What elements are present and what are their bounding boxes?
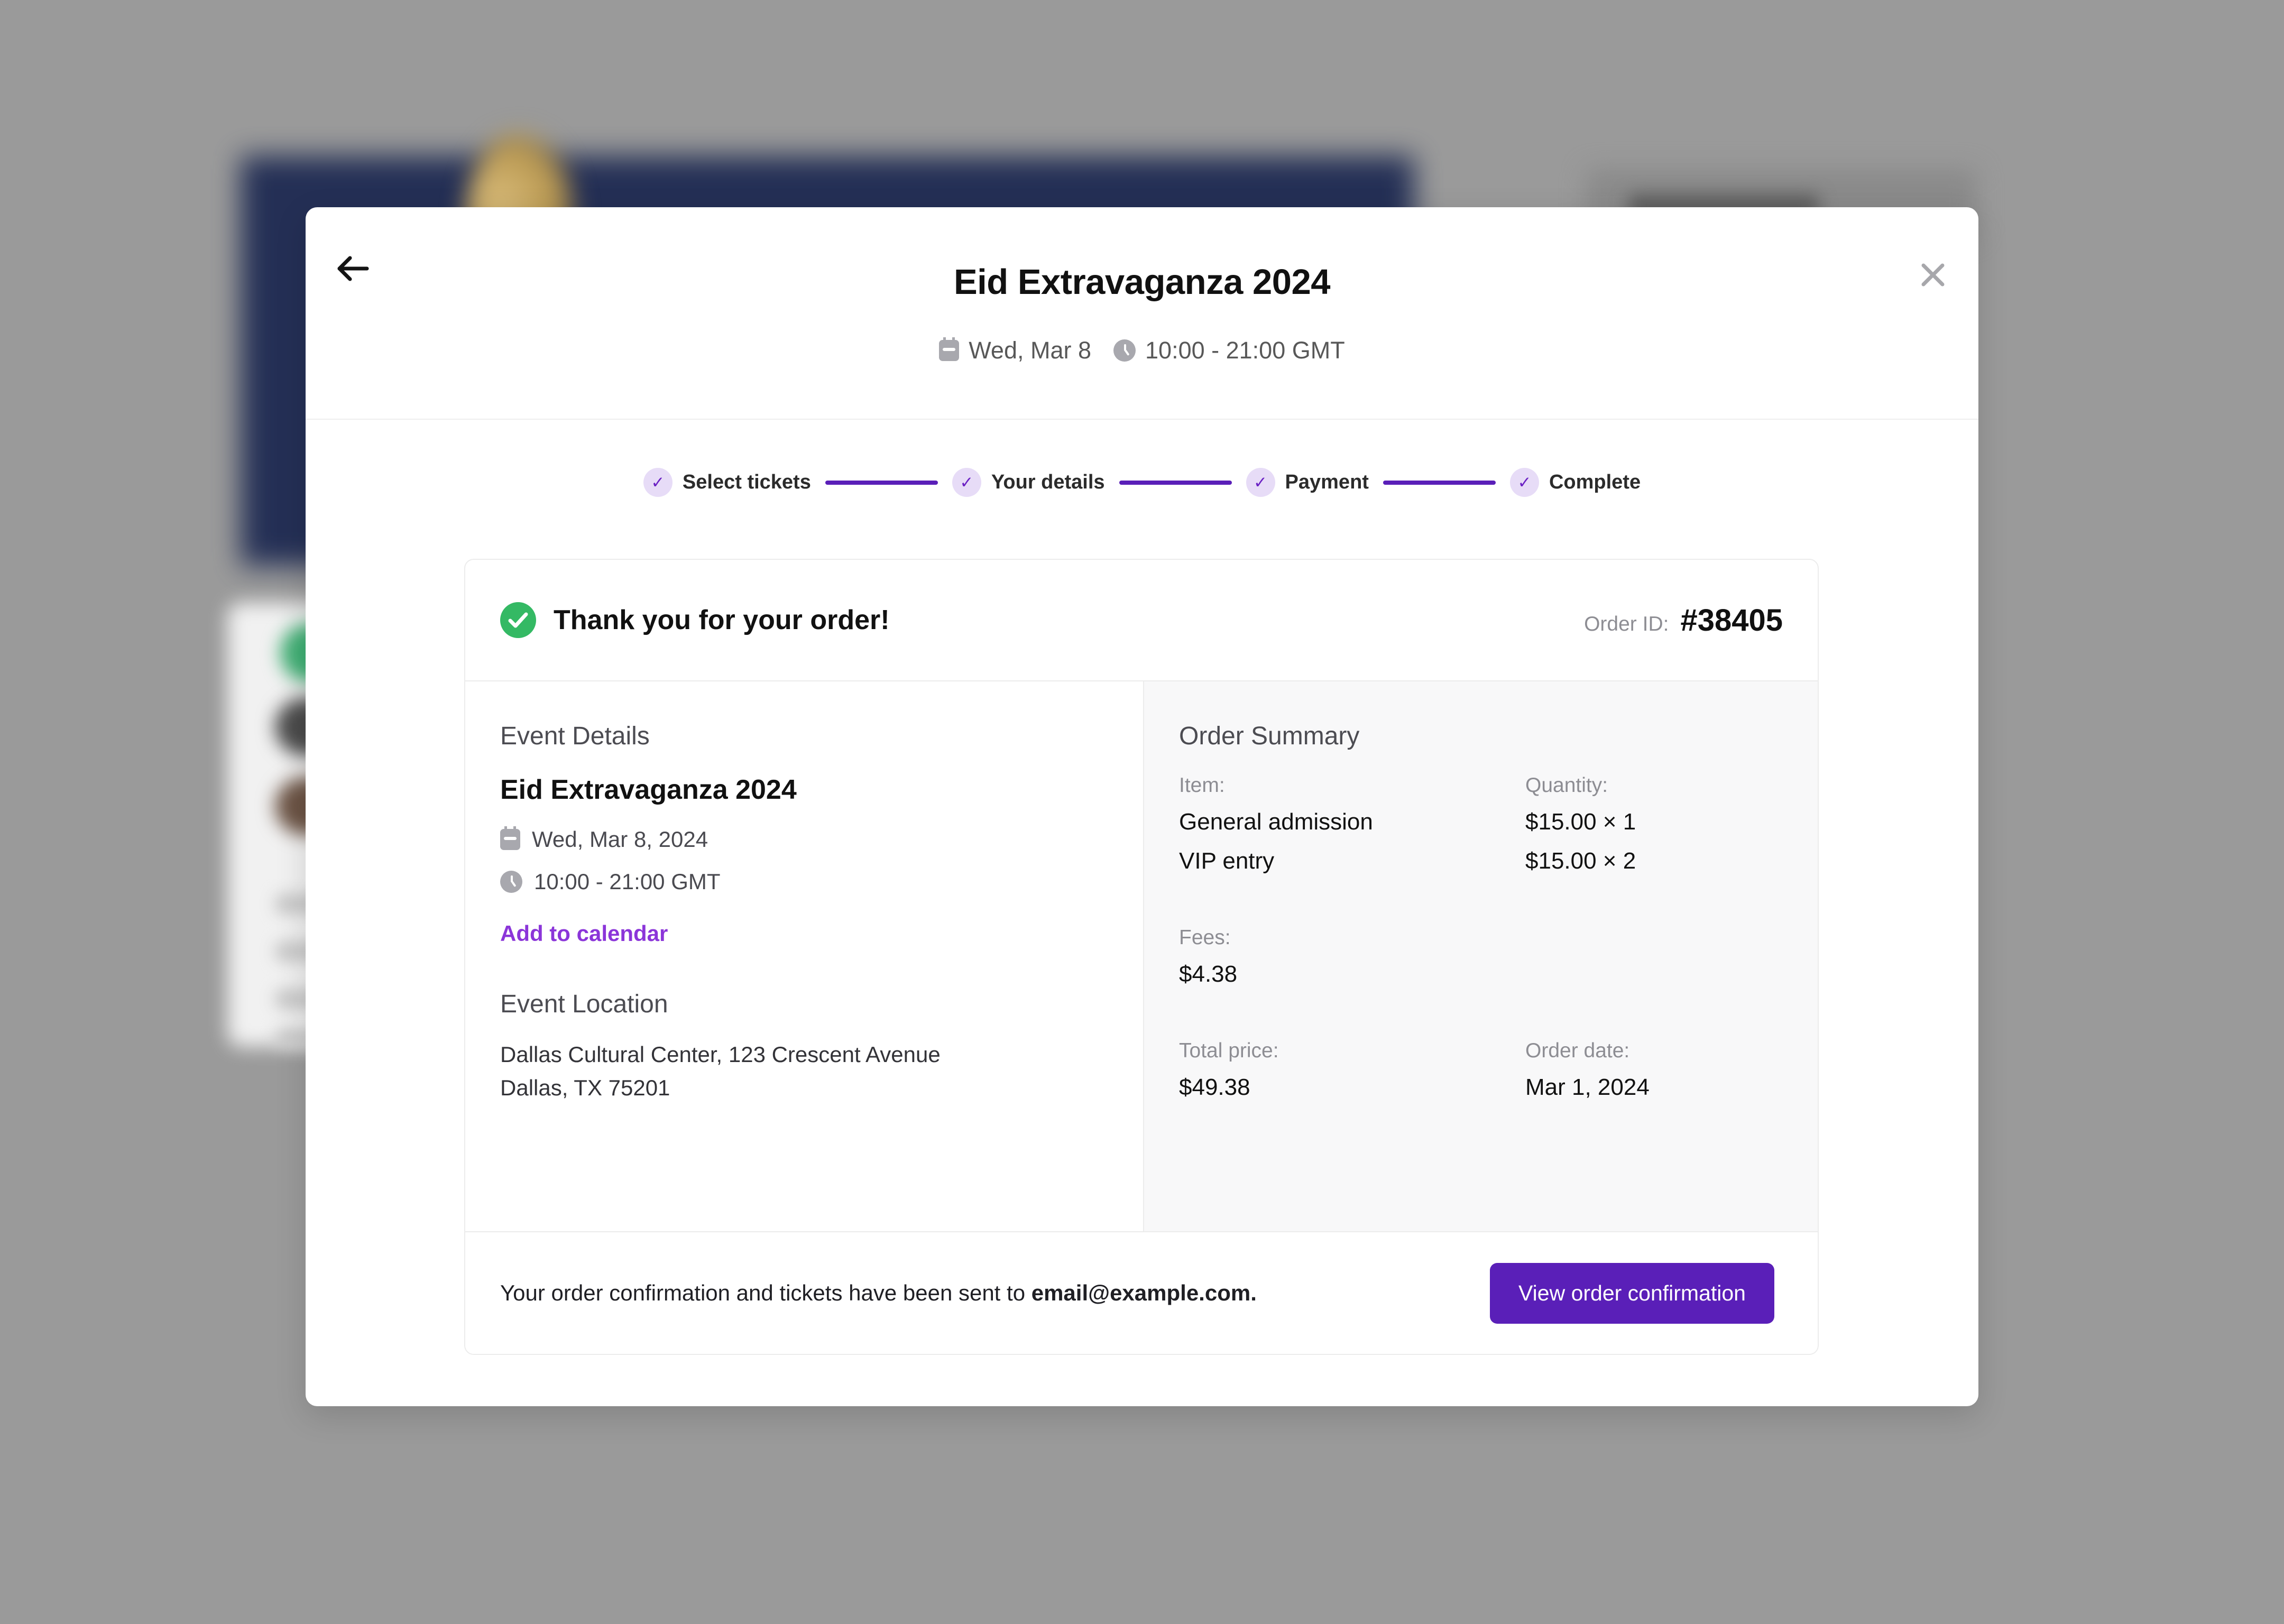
- step-label: Your details: [991, 471, 1105, 493]
- step-check-icon: ✓: [643, 468, 673, 497]
- order-id-label: Order ID:: [1584, 612, 1669, 635]
- item-quantity: $15.00 × 2: [1525, 848, 1636, 874]
- step-check-icon: ✓: [952, 468, 981, 497]
- modal-header: [306, 207, 1978, 420]
- event-location-line-2: Dallas, TX 75201: [500, 1075, 670, 1100]
- view-order-confirmation-button[interactable]: View order confirmation: [1490, 1262, 1774, 1324]
- step-complete[interactable]: ✓ Complete: [1509, 468, 1641, 497]
- thank-you-heading: Thank you for your order!: [554, 605, 890, 635]
- order-card-body: Event Details Eid Extravaganza 2024 Wed,…: [465, 681, 1818, 1231]
- event-details-time: 10:00 - 21:00 GMT: [534, 869, 721, 894]
- item-name: VIP entry: [1179, 848, 1275, 874]
- confirmation-sent-message: Your order confirmation and tickets have…: [500, 1280, 1257, 1306]
- step-check-icon: ✓: [1509, 468, 1539, 497]
- event-location-line-1: Dallas Cultural Center, 123 Crescent Ave…: [500, 1042, 941, 1067]
- order-summary-title: Order Summary: [1179, 722, 1360, 750]
- fees-spacer: [1525, 926, 1783, 961]
- order-confirmation-card: Thank you for your order! Order ID: #384…: [464, 559, 1819, 1355]
- step-connector-1: [825, 480, 938, 485]
- add-to-calendar-link[interactable]: Add to calendar: [500, 921, 668, 946]
- step-your-details[interactable]: ✓ Your details: [952, 468, 1105, 497]
- calendar-icon: [939, 337, 960, 361]
- event-date-meta: Wed, Mar 8: [939, 337, 1091, 364]
- quantity-column-header: Quantity:: [1525, 774, 1608, 797]
- event-details-name: Eid Extravaganza 2024: [500, 774, 797, 805]
- item-column-header: Item:: [1179, 774, 1225, 797]
- confirmation-message-prefix: Your order confirmation and tickets have…: [500, 1280, 1032, 1305]
- event-date-text: Wed, Mar 8: [969, 337, 1092, 364]
- event-time-meta: 10:00 - 21:00 GMT: [1113, 337, 1345, 364]
- step-label: Payment: [1285, 471, 1369, 493]
- step-label: Complete: [1549, 471, 1641, 493]
- clock-icon: [1113, 339, 1136, 362]
- item-name: General admission: [1179, 809, 1373, 835]
- order-date-value: Mar 1, 2024: [1525, 1074, 1650, 1100]
- event-details-panel: Event Details Eid Extravaganza 2024 Wed,…: [465, 681, 1144, 1231]
- fees-value: $4.38: [1179, 961, 1238, 987]
- step-connector-2: [1119, 480, 1232, 485]
- order-card-footer: Your order confirmation and tickets have…: [465, 1231, 1818, 1354]
- summary-spacer: [1179, 887, 1783, 926]
- event-time-text: 10:00 - 21:00 GMT: [1145, 337, 1345, 364]
- page-title: Eid Extravaganza 2024: [953, 262, 1331, 302]
- order-id-value: #38405: [1680, 603, 1783, 638]
- thank-you-block: Thank you for your order!: [500, 602, 890, 638]
- step-payment[interactable]: ✓ Payment: [1246, 468, 1369, 497]
- checkout-stepper: ✓ Select tickets ✓ Your details ✓ Paymen…: [0, 468, 2284, 497]
- event-details-date-row: Wed, Mar 8, 2024: [500, 826, 1108, 852]
- event-details-title: Event Details: [500, 722, 650, 750]
- order-id-block: Order ID: #38405: [1584, 603, 1783, 638]
- order-summary-grid: Item: Quantity: General admission $15.00…: [1179, 774, 1783, 1113]
- total-price-value: $49.38: [1179, 1074, 1250, 1100]
- event-meta: Wed, Mar 8 10:00 - 21:00 GMT: [0, 337, 2284, 364]
- order-summary-panel: Order Summary Item: Quantity: General ad…: [1144, 681, 1818, 1231]
- confirmation-email: email@example.com.: [1031, 1280, 1257, 1305]
- step-check-icon: ✓: [1246, 468, 1275, 497]
- check-circle-icon: [500, 602, 536, 638]
- event-location-address: Dallas Cultural Center, 123 Crescent Ave…: [500, 1038, 1108, 1104]
- calendar-icon: [500, 826, 520, 850]
- step-label: Select tickets: [682, 471, 811, 493]
- checkmark-glyph: [508, 612, 528, 628]
- fees-value-spacer: [1525, 961, 1783, 1000]
- step-connector-3: [1383, 480, 1496, 485]
- summary-spacer: [1179, 1000, 1783, 1039]
- step-select-tickets[interactable]: ✓ Select tickets: [643, 468, 811, 497]
- item-quantity: $15.00 × 1: [1525, 809, 1636, 835]
- event-details-date: Wed, Mar 8, 2024: [532, 827, 708, 852]
- clock-icon: [500, 871, 522, 893]
- fees-label: Fees:: [1179, 926, 1231, 949]
- event-details-time-row: 10:00 - 21:00 GMT: [500, 869, 1108, 894]
- event-location-title: Event Location: [500, 990, 668, 1018]
- total-price-label: Total price:: [1179, 1039, 1279, 1062]
- order-card-header: Thank you for your order! Order ID: #384…: [465, 560, 1818, 681]
- order-date-label: Order date:: [1525, 1039, 1630, 1062]
